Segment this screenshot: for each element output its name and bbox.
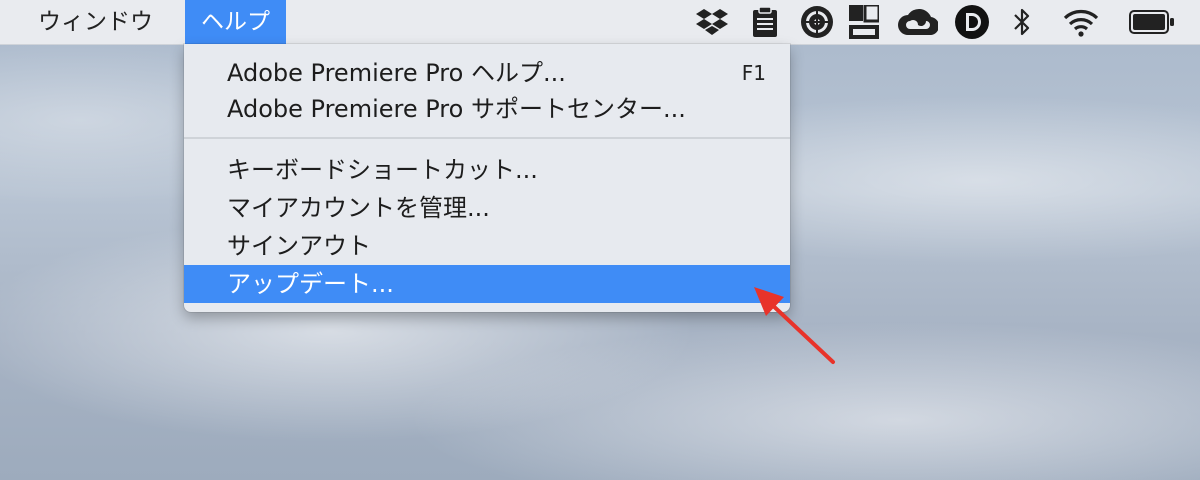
menu-item-updates[interactable]: アップデート... [184,265,790,303]
dropbox-icon[interactable] [696,0,728,44]
menu-window[interactable]: ウィンドウ [22,0,169,44]
annotation-arrow [740,270,850,374]
menu-item-label: キーボードショートカット... [227,156,538,184]
menu-item-label: アップデート... [227,270,394,298]
help-menu-dropdown: Adobe Premiere Pro ヘルプ... F1 Adobe Premi… [184,44,790,312]
menu-item-label: サインアウト [227,232,371,260]
window-layout-icon[interactable] [849,0,879,44]
menu-item-premiere-help[interactable]: Adobe Premiere Pro ヘルプ... F1 [184,54,790,92]
menu-item-label: マイアカウントを管理... [227,194,490,222]
menu-separator [184,137,790,139]
menu-item-label: Adobe Premiere Pro ヘルプ... [227,59,566,87]
battery-icon[interactable] [1129,0,1175,44]
d-badge-icon[interactable] [954,0,990,44]
menu-bar: ウィンドウ ヘルプ [0,0,1200,45]
shortcut-label: F1 [741,61,766,85]
clipboard-icon[interactable] [752,0,778,44]
menu-item-sign-out[interactable]: サインアウト [184,227,790,265]
gear-dial-icon[interactable] [800,0,834,44]
menu-item-support-center[interactable]: Adobe Premiere Pro サポートセンター... [184,90,790,128]
bluetooth-icon[interactable] [1013,0,1031,44]
wifi-icon[interactable] [1062,0,1100,44]
menu-item-label: Adobe Premiere Pro サポートセンター... [227,95,686,123]
menu-help[interactable]: ヘルプ [185,0,286,44]
menu-item-keyboard-shortcuts[interactable]: キーボードショートカット... [184,151,790,189]
creative-cloud-icon[interactable] [898,0,938,44]
menu-item-manage-account[interactable]: マイアカウントを管理... [184,189,790,227]
